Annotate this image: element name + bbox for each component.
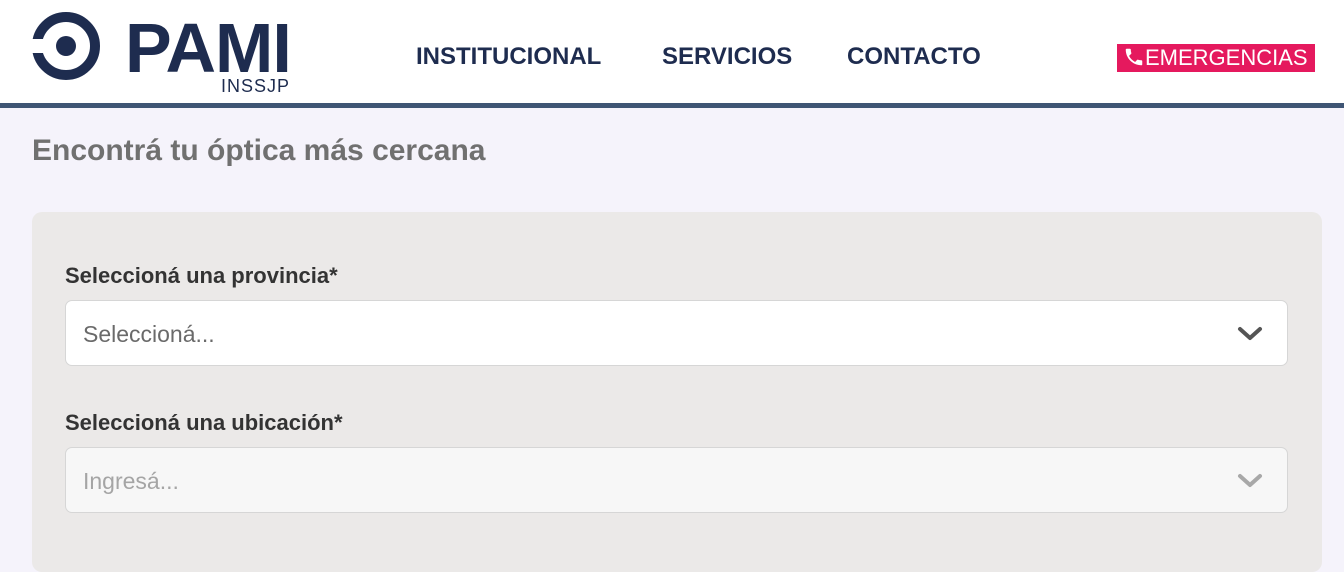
page-title: Encontrá tu óptica más cercana: [32, 134, 486, 167]
province-select-value: Seleccioná...: [83, 321, 215, 347]
location-select-value: Ingresá...: [83, 468, 179, 494]
nav-item-contacto[interactable]: CONTACTO: [847, 42, 981, 72]
emergency-button[interactable]: EMERGENCIAS: [1117, 44, 1315, 72]
chevron-down-icon: [1238, 474, 1262, 487]
location-select[interactable]: Ingresá...: [65, 447, 1288, 513]
emergency-label: EMERGENCIAS: [1145, 45, 1308, 70]
pami-logo-icon: [30, 12, 100, 80]
province-label: Seleccioná una provincia*: [65, 263, 338, 288]
nav-item-servicios[interactable]: SERVICIOS: [662, 42, 792, 72]
nav-item-institucional[interactable]: INSTITUCIONAL: [416, 42, 601, 72]
province-select[interactable]: Seleccioná...: [65, 300, 1288, 366]
phone-icon: [1125, 48, 1143, 66]
chevron-down-icon: [1238, 327, 1262, 340]
site-header: PAMI INSSJP INSTITUCIONAL SERVICIOS CONT…: [0, 0, 1344, 108]
location-label: Seleccioná una ubicación*: [65, 410, 343, 435]
pami-logo[interactable]: PAMI INSSJP: [30, 9, 312, 98]
logo-subtitle: INSSJP: [221, 76, 291, 96]
